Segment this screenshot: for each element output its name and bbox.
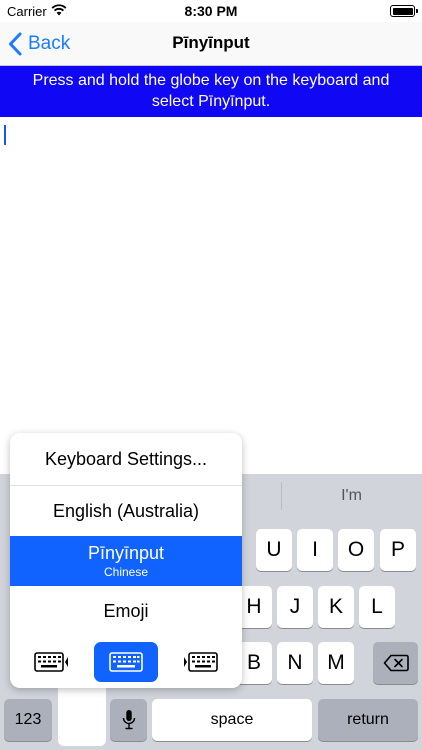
menu-item-sublabel: Chinese [103, 565, 149, 579]
dictation-key[interactable] [110, 699, 147, 741]
keyboard-left-icon [34, 652, 68, 672]
menu-item-emoji[interactable]: Emoji [10, 586, 242, 636]
key-i[interactable]: I [297, 529, 333, 571]
key-p[interactable]: P [380, 529, 416, 571]
menu-item-label: Emoji [103, 600, 149, 621]
keyboard-left-button[interactable] [20, 642, 84, 682]
backspace-icon [383, 654, 409, 672]
key-n[interactable]: N [277, 642, 313, 684]
page-title: Pīnyīnput [172, 33, 250, 52]
menu-item-label: Pīnyīnput [87, 543, 165, 563]
key-o[interactable]: O [338, 529, 374, 571]
status-bar: Carrier 8:30 PM [0, 0, 422, 22]
key-k[interactable]: K [318, 586, 354, 628]
input-mode-menu: Keyboard Settings... English (Australia)… [10, 433, 242, 688]
keyboard-right-icon [184, 652, 218, 672]
menu-item-pinyinput[interactable]: Pīnyīnput Chinese [10, 536, 242, 586]
space-key[interactable]: space [152, 699, 312, 741]
text-input-area[interactable] [0, 117, 422, 474]
keyboard-center-button[interactable] [94, 642, 158, 682]
prediction-3[interactable]: I'm [281, 474, 422, 518]
globe-key-stem[interactable] [58, 686, 106, 746]
key-j[interactable]: J [277, 586, 313, 628]
key-l[interactable]: L [359, 586, 395, 628]
navigation-bar: Back Pīnyīnput [0, 22, 422, 66]
menu-item-label: English (Australia) [52, 500, 200, 521]
clock: 8:30 PM [184, 3, 238, 19]
menu-item-label: Keyboard Settings... [44, 448, 208, 469]
text-cursor [4, 125, 6, 145]
keyboard-center-icon [109, 652, 143, 672]
key-m[interactable]: M [318, 642, 354, 684]
microphone-icon [122, 710, 135, 730]
keyboard-right-button[interactable] [168, 642, 232, 682]
numbers-key[interactable]: 123 [4, 699, 52, 741]
menu-item-english-australia[interactable]: English (Australia) [10, 486, 242, 536]
instruction-banner: Press and hold the globe key on the keyb… [0, 66, 422, 117]
key-u[interactable]: U [256, 529, 292, 571]
delete-key[interactable] [373, 642, 418, 684]
menu-item-keyboard-settings[interactable]: Keyboard Settings... [10, 433, 242, 485]
return-key[interactable]: return [318, 699, 418, 741]
battery-icon [390, 5, 418, 17]
